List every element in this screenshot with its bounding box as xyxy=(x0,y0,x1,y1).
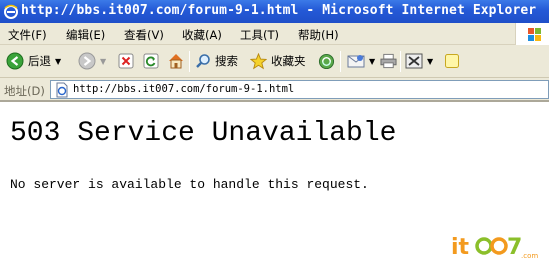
back-dropdown-icon[interactable]: ▼ xyxy=(55,57,61,66)
back-label: 后退 xyxy=(28,54,51,68)
refresh-button[interactable] xyxy=(143,49,159,73)
windows-logo-icon xyxy=(515,23,549,45)
discuss-button[interactable] xyxy=(444,49,460,73)
forward-button[interactable]: ▼ xyxy=(78,49,106,73)
favorites-button[interactable]: 收藏夹 xyxy=(250,49,306,73)
edit-icon xyxy=(405,53,423,69)
search-button[interactable]: 搜索 xyxy=(195,49,238,73)
edit-button[interactable]: ▼ xyxy=(405,49,433,73)
forward-arrow-icon xyxy=(78,52,96,70)
page-content: 503 Service Unavailable No server is ava… xyxy=(0,104,549,266)
address-input[interactable]: http://bbs.it007.com/forum-9-1.html xyxy=(50,80,549,99)
menu-edit[interactable]: 编辑(E) xyxy=(66,27,105,43)
back-arrow-icon xyxy=(6,52,24,70)
home-button[interactable] xyxy=(167,49,185,73)
star-icon xyxy=(250,52,267,69)
search-icon xyxy=(196,54,210,68)
print-button[interactable] xyxy=(380,49,397,73)
window-title: http://bbs.it007.com/forum-9-1.html - Mi… xyxy=(21,3,537,18)
svg-text:.com: .com xyxy=(521,252,538,260)
address-url: http://bbs.it007.com/forum-9-1.html xyxy=(73,83,295,95)
error-message: No server is available to handle this re… xyxy=(10,177,369,192)
mail-dropdown-icon[interactable]: ▼ xyxy=(369,57,375,66)
toolbar-separator xyxy=(400,51,401,72)
error-heading: 503 Service Unavailable xyxy=(10,118,397,149)
favorites-label: 收藏夹 xyxy=(271,54,306,68)
search-label: 搜索 xyxy=(215,54,238,68)
toolbar: 后退 ▼ ▼ 搜索 收藏夹 ▼ ▼ xyxy=(0,45,549,78)
media-icon xyxy=(318,53,335,69)
note-icon xyxy=(445,54,459,68)
back-button[interactable]: 后退 ▼ xyxy=(6,49,61,73)
refresh-icon xyxy=(143,53,159,69)
stop-button[interactable] xyxy=(118,49,134,73)
site-watermark-logo: it 7 .com xyxy=(451,235,538,260)
edit-dropdown-icon[interactable]: ▼ xyxy=(427,57,433,66)
menu-help[interactable]: 帮助(H) xyxy=(298,27,339,43)
toolbar-separator xyxy=(189,51,190,72)
menu-file[interactable]: 文件(F) xyxy=(8,27,47,43)
forward-dropdown-icon[interactable]: ▼ xyxy=(100,57,106,66)
printer-icon xyxy=(380,53,397,69)
toolbar-separator xyxy=(340,51,341,72)
menu-view[interactable]: 查看(V) xyxy=(124,27,164,43)
media-button[interactable] xyxy=(318,49,335,73)
stop-icon xyxy=(118,53,134,69)
menu-favorites[interactable]: 收藏(A) xyxy=(182,27,222,43)
mail-button[interactable]: ▼ xyxy=(347,49,375,73)
mail-icon xyxy=(347,55,365,68)
title-bar: http://bbs.it007.com/forum-9-1.html - Mi… xyxy=(0,0,549,23)
internet-explorer-icon xyxy=(4,4,18,19)
page-icon xyxy=(56,82,68,98)
home-icon xyxy=(169,54,183,69)
menu-tools[interactable]: 工具(T) xyxy=(240,27,279,43)
address-bar: 地址(D) http://bbs.it007.com/forum-9-1.htm… xyxy=(0,78,549,102)
svg-text:it: it xyxy=(451,235,470,260)
address-label: 地址(D) xyxy=(4,84,45,98)
menu-bar: 文件(F) 编辑(E) 查看(V) 收藏(A) 工具(T) 帮助(H) xyxy=(0,23,549,45)
